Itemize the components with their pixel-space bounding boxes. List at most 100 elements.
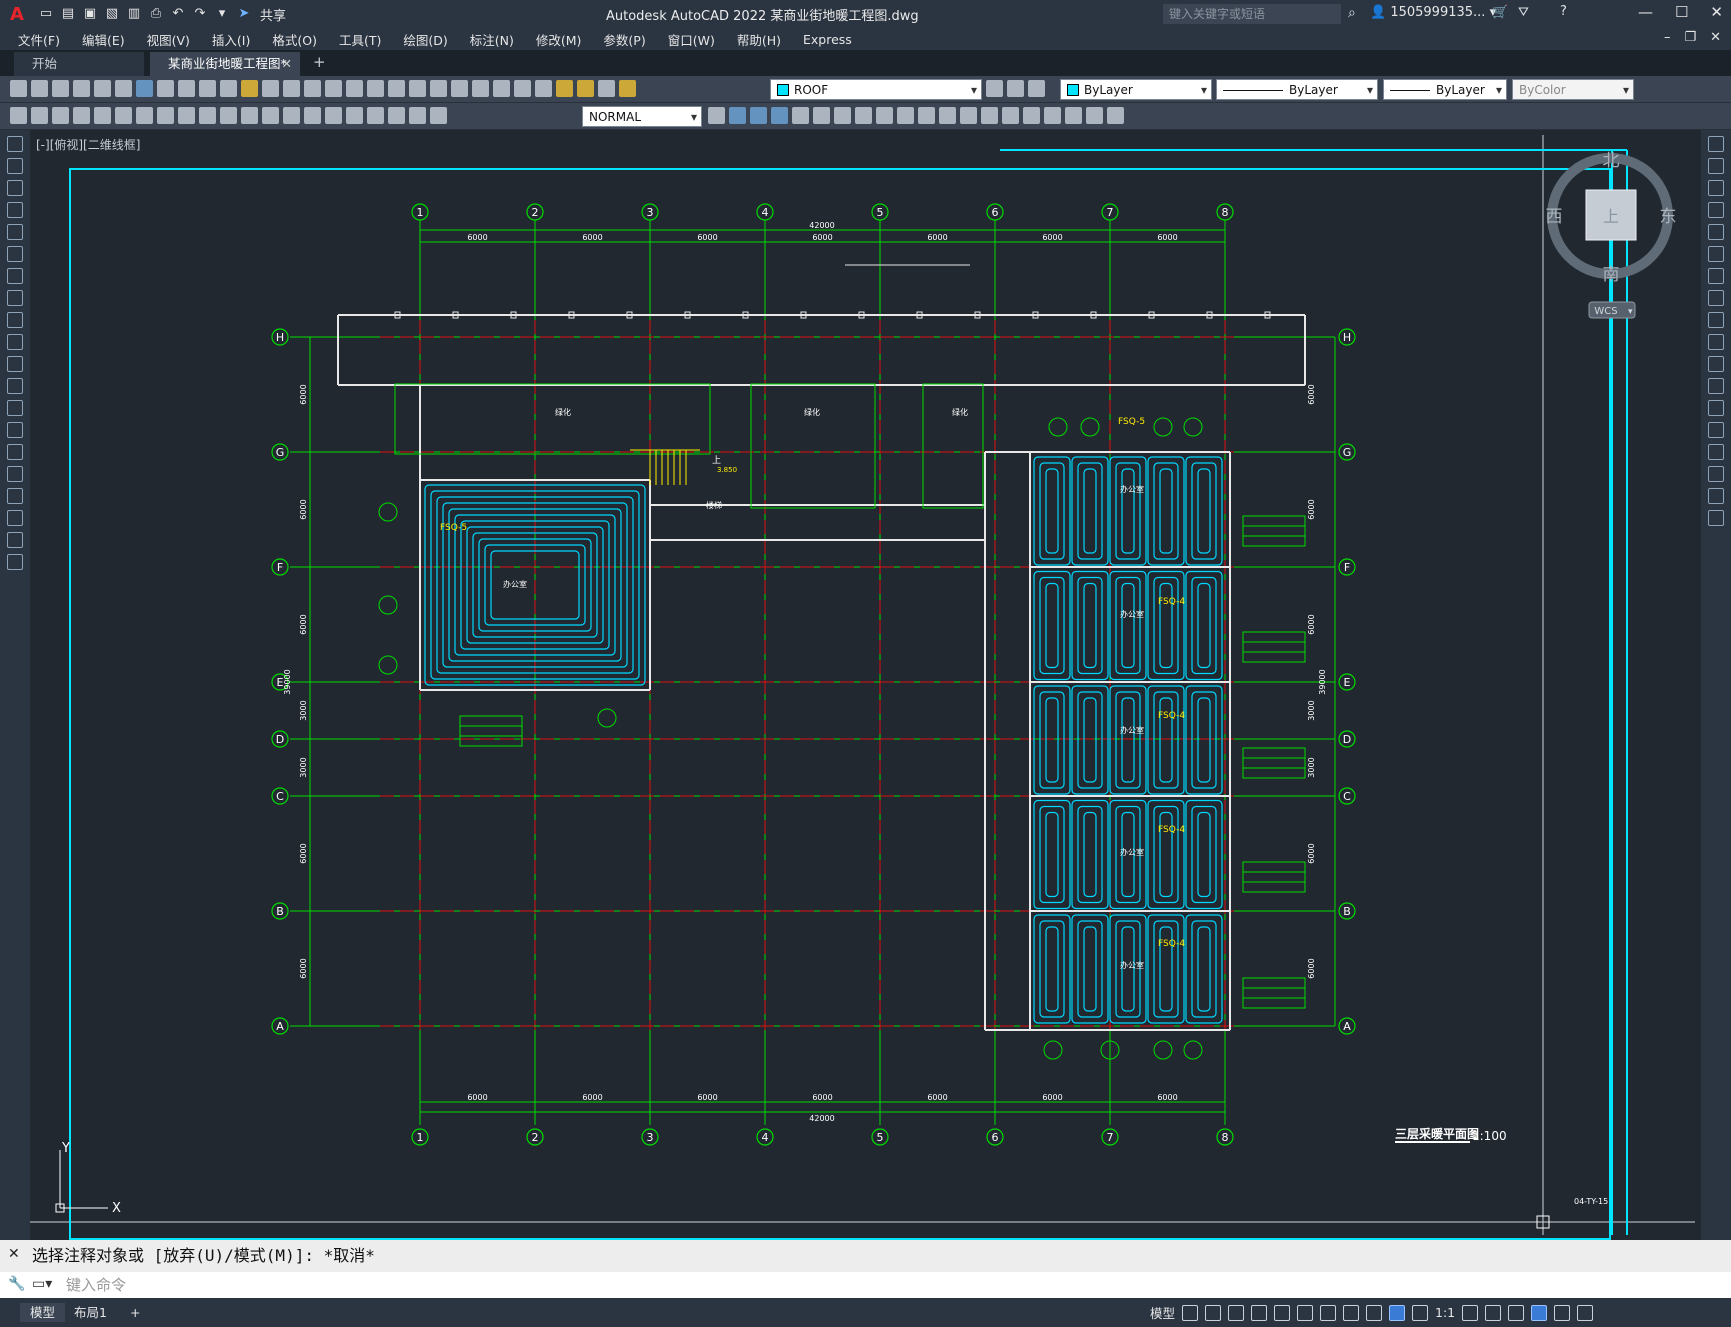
- lineweight-icon[interactable]: [1343, 1304, 1360, 1321]
- doc-minimize-icon[interactable]: –: [1664, 30, 1671, 45]
- menu-edit[interactable]: 编辑(E): [82, 30, 125, 49]
- autocad-logo-icon[interactable]: A: [0, 0, 34, 28]
- stretch-icon[interactable]: [876, 107, 893, 124]
- open-file-icon[interactable]: ▤: [60, 6, 76, 22]
- publish-icon[interactable]: [115, 80, 132, 97]
- menu-parametric[interactable]: 参数(P): [603, 30, 645, 49]
- workspace-gear-icon[interactable]: [1462, 1304, 1479, 1321]
- minimize-icon[interactable]: —: [1638, 3, 1653, 21]
- dim-style-icon[interactable]: [708, 107, 725, 124]
- new-file-icon[interactable]: ▭: [38, 6, 54, 22]
- offset-icon[interactable]: [1708, 202, 1724, 218]
- copy-object-icon[interactable]: [729, 107, 746, 124]
- ellipse-arc-icon[interactable]: [7, 356, 23, 372]
- dim-edit-icon[interactable]: [388, 107, 405, 124]
- share-button[interactable]: 共享: [260, 5, 286, 24]
- offset-icon[interactable]: [771, 107, 788, 124]
- close-icon[interactable]: ✕: [1710, 3, 1723, 21]
- insert-block-icon[interactable]: [1065, 107, 1082, 124]
- quick-dimension-icon[interactable]: [199, 107, 216, 124]
- join-icon[interactable]: [960, 107, 977, 124]
- wcs-menu[interactable]: WCS: [1594, 306, 1617, 317]
- table-icon[interactable]: [7, 510, 23, 526]
- hardware-acceleration-icon[interactable]: [1531, 1304, 1548, 1321]
- aligned-dim-icon[interactable]: [52, 107, 69, 124]
- open-icon[interactable]: [31, 80, 48, 97]
- linear-dim-icon[interactable]: [31, 107, 48, 124]
- arc-icon[interactable]: [7, 246, 23, 262]
- inspection-icon[interactable]: [346, 107, 363, 124]
- sheet-set-icon[interactable]: [451, 80, 468, 97]
- tab-start[interactable]: 开始: [14, 52, 144, 76]
- menu-view[interactable]: 视图(V): [147, 30, 190, 49]
- viewcube-top-face[interactable]: 上: [1603, 207, 1619, 226]
- 3d-print-icon[interactable]: [136, 80, 153, 97]
- point-icon[interactable]: [7, 422, 23, 438]
- tab-model[interactable]: 模型: [20, 1303, 66, 1322]
- baseline-icon[interactable]: [220, 107, 237, 124]
- spline-icon[interactable]: [7, 312, 23, 328]
- construction-line-icon[interactable]: [7, 158, 23, 174]
- save-as-icon[interactable]: ▧: [104, 6, 120, 22]
- fillet-icon[interactable]: [1708, 466, 1724, 482]
- auto-scale-icon[interactable]: [1412, 1304, 1429, 1321]
- layer-previous-icon[interactable]: [1007, 80, 1024, 97]
- fillet-icon[interactable]: [1002, 107, 1019, 124]
- object-snap-icon[interactable]: [1320, 1304, 1337, 1321]
- chamfer-icon[interactable]: [1708, 444, 1724, 460]
- make-current-layer-icon[interactable]: [986, 80, 1003, 97]
- jogged-icon[interactable]: [136, 107, 153, 124]
- doc-restore-icon[interactable]: ❐: [1684, 30, 1696, 45]
- calculator-icon[interactable]: [493, 80, 510, 97]
- dim-break-icon[interactable]: [283, 107, 300, 124]
- layer-viewport-icon[interactable]: [598, 80, 615, 97]
- customize-qat-icon[interactable]: ▾: [214, 6, 230, 22]
- copy-icon[interactable]: [178, 80, 195, 97]
- lineweight-dropdown[interactable]: ByLayer: [1383, 79, 1507, 101]
- viewport-controls-label[interactable]: [-][俯视][二维线框]: [36, 136, 140, 153]
- help-icon[interactable]: ?: [1560, 4, 1567, 19]
- viewcube-south[interactable]: 南: [1603, 265, 1620, 285]
- ellipse-icon[interactable]: [7, 334, 23, 350]
- layer-lock-icon[interactable]: [619, 80, 636, 97]
- menu-tools[interactable]: 工具(T): [339, 30, 381, 49]
- cut-icon[interactable]: [157, 80, 174, 97]
- drawing-viewport[interactable]: 1122334455667788HHGGFFEEDDCCBBAA 42000 42…: [30, 130, 1701, 1240]
- revision-cloud-icon[interactable]: [7, 290, 23, 306]
- close-tab-icon[interactable]: ✕: [282, 52, 292, 76]
- tab-document[interactable]: 某商业街地暖工程图* ✕: [150, 52, 300, 76]
- snap-icon[interactable]: [1205, 1304, 1222, 1321]
- move-icon[interactable]: [1708, 246, 1724, 262]
- color-dropdown[interactable]: ByLayer: [1060, 79, 1212, 101]
- block-editor-icon[interactable]: [241, 80, 258, 97]
- diameter-icon[interactable]: [157, 107, 174, 124]
- break-icon[interactable]: [939, 107, 956, 124]
- erase-icon[interactable]: [1708, 136, 1724, 152]
- autodesk-app-icon[interactable]: ⛛: [1518, 5, 1529, 20]
- undo-icon[interactable]: ↶: [170, 6, 186, 22]
- annotation-scale[interactable]: 1:1: [1435, 1305, 1455, 1320]
- tab-layout1[interactable]: 布局1: [64, 1303, 117, 1322]
- chamfer-icon[interactable]: [981, 107, 998, 124]
- ordinate-icon[interactable]: [94, 107, 111, 124]
- tolerance-icon[interactable]: [304, 107, 321, 124]
- make-block-icon[interactable]: [7, 400, 23, 416]
- save-icon[interactable]: [52, 80, 69, 97]
- layer-states-icon[interactable]: [1028, 80, 1045, 97]
- move-icon[interactable]: [813, 107, 830, 124]
- radius-icon[interactable]: [115, 107, 132, 124]
- pan-icon[interactable]: [304, 80, 321, 97]
- region-icon[interactable]: [7, 488, 23, 504]
- copy-icon[interactable]: [1708, 158, 1724, 174]
- scale-icon[interactable]: [1708, 290, 1724, 306]
- erase-icon[interactable]: [1044, 107, 1061, 124]
- isodraft-icon[interactable]: [1274, 1304, 1291, 1321]
- dimstyle-dropdown[interactable]: NORMAL: [582, 106, 702, 128]
- drawing-canvas[interactable]: 1122334455667788H HG GF FE ED DC CB BA A 4200042…: [30, 130, 1701, 1240]
- blend-curves-icon[interactable]: [1708, 488, 1724, 504]
- break-at-point-icon[interactable]: [1708, 378, 1724, 394]
- menu-window[interactable]: 窗口(W): [668, 30, 715, 49]
- extend-icon[interactable]: [1708, 356, 1724, 372]
- markup-icon[interactable]: [472, 80, 489, 97]
- dim-update-icon[interactable]: [430, 107, 447, 124]
